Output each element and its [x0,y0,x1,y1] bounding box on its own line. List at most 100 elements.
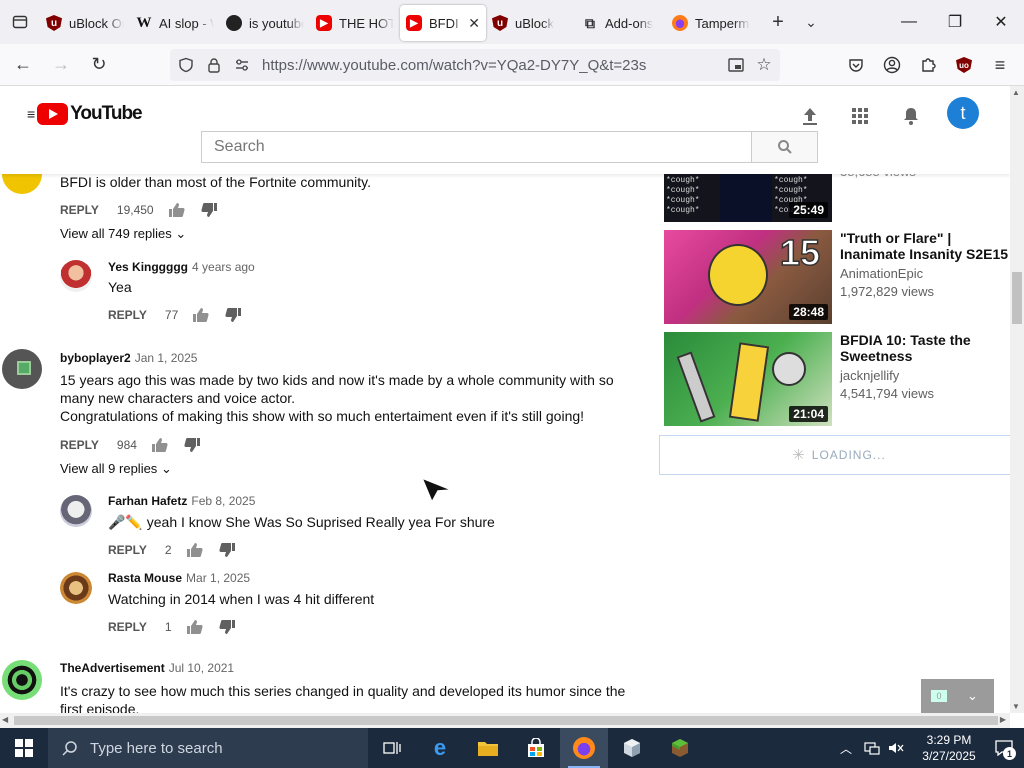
file-explorer-taskbar-app[interactable] [464,728,512,768]
reply-button[interactable]: REPLY [108,620,147,634]
tab-ublock-origin[interactable]: uuBlock Origin [40,5,130,41]
comment-actions: REPLY 77 [108,307,256,323]
forward-button[interactable]: → [44,48,78,82]
list-all-tabs-button[interactable]: ⌄ [796,14,826,31]
lock-icon[interactable] [200,57,228,73]
back-button[interactable]: ← [6,48,40,82]
thumbs-down-icon[interactable] [200,202,218,218]
shield-icon[interactable] [172,57,200,73]
close-tab-icon[interactable]: ✕ [468,15,480,32]
plus-icon: + [772,10,784,33]
avatar[interactable] [60,495,92,527]
firefox-taskbar-app[interactable] [560,728,608,768]
notifications-button[interactable] [899,104,923,128]
search-input[interactable]: Search [201,131,752,163]
tab-tampermonkey[interactable]: Tampermonkey [666,5,756,41]
store-taskbar-app[interactable] [512,728,560,768]
thumbs-down-icon[interactable] [183,437,201,453]
bookmark-star-icon[interactable]: ☆ [750,55,778,75]
loading-more-button[interactable]: ✳ LOADING... [659,435,1010,475]
view-replies-toggle[interactable]: View all 9 replies ⌄ [60,461,172,477]
thumbs-up-icon[interactable] [186,619,204,635]
account-avatar[interactable]: t [947,97,979,129]
video-title[interactable]: "Truth or Flare" | Inanimate Insanity S2… [840,230,1010,262]
video-thumbnail[interactable]: *cough* *cough* *cough* *cough* *cough* … [664,174,832,222]
extensions-button[interactable] [911,48,945,82]
app-taskbar-cube[interactable] [608,728,656,768]
comment-date: 4 years ago [192,260,255,274]
mini-player-widget[interactable]: 0 ⌄ [921,679,994,713]
network-icon[interactable] [864,741,880,755]
video-thumbnail[interactable]: 15 28:48 [664,230,832,324]
minecraft-taskbar-app[interactable] [656,728,704,768]
taskbar-search-box[interactable]: Type here to search [48,728,368,768]
avatar[interactable] [2,660,42,700]
thumbs-up-icon[interactable] [168,202,186,218]
upload-button[interactable] [798,104,822,128]
vertical-scroll-thumb[interactable] [1012,272,1022,324]
thumbs-down-icon[interactable] [224,307,242,323]
new-tab-button[interactable]: + [760,11,796,34]
thumbs-up-icon[interactable] [186,542,204,558]
vertical-scrollbar[interactable]: ▲ ▼ [1010,86,1024,713]
tab-add-ons[interactable]: ⧉ Add-ons [576,5,666,41]
comment-author[interactable]: Farhan Hafetz Feb 8, 2025 [108,494,255,508]
video-title[interactable]: BFDIA 10: Taste the Sweetness [840,332,1010,364]
comment-author[interactable]: Rasta Mouse Mar 1, 2025 [108,571,250,585]
reply-button[interactable]: REPLY [60,438,99,452]
firefox-view-button[interactable] [0,0,40,44]
task-view-button[interactable] [368,728,416,768]
scroll-up-icon[interactable]: ▲ [1012,88,1020,97]
account-button[interactable] [875,48,909,82]
pocket-button[interactable] [839,48,873,82]
notification-center-button[interactable]: 1 [984,728,1024,768]
start-button[interactable] [0,728,48,768]
scroll-down-icon[interactable]: ▼ [1012,702,1020,711]
video-thumbnail[interactable]: 21:04 [664,332,832,426]
scroll-right-icon[interactable]: ▶ [1000,715,1006,724]
chevron-up-icon[interactable]: ︿ [840,740,852,757]
tab-is-youtube[interactable]: is youtube [220,5,310,41]
puzzle-icon [922,58,936,72]
tab-ublock[interactable]: u uBlock [486,5,576,41]
video-channel[interactable]: jacknjellify [840,368,899,383]
app-menu-button[interactable]: ≡ [983,48,1017,82]
thumbs-up-icon[interactable] [192,307,210,323]
apps-button[interactable] [848,104,872,128]
tab-the-hot[interactable]: ▶ THE HOT [310,5,400,41]
close-window-button[interactable]: ✕ [978,0,1024,44]
avatar[interactable] [60,260,92,292]
thumbs-down-icon[interactable] [218,619,236,635]
thumbs-down-icon[interactable] [218,542,236,558]
video-channel[interactable]: AnimationEpic [840,266,923,281]
taskbar-clock[interactable]: 3:29 PM 3/27/2025 [914,732,984,764]
permissions-icon[interactable] [228,58,256,72]
search-button[interactable] [751,131,818,163]
picture-in-picture-icon[interactable] [722,58,750,72]
comment-author[interactable]: TheAdvertisement Jul 10, 2021 [60,661,234,675]
comment-author[interactable]: Yes Kinggggg 4 years ago [108,260,255,274]
horizontal-scroll-thumb[interactable] [14,716,998,725]
chevron-down-icon[interactable]: ⌄ [967,688,978,704]
reply-button[interactable]: REPLY [108,308,147,322]
url-bar[interactable]: https://www.youtube.com/watch?v=YQa2-DY7… [170,49,780,81]
tab-bfdi[interactable]: ▶ BFDI ✕ [400,5,486,41]
comment-author[interactable]: byboplayer2 Jan 1, 2025 [60,351,197,365]
volume-muted-icon[interactable] [888,741,904,755]
reply-button[interactable]: REPLY [108,543,147,557]
avatar[interactable] [60,572,92,604]
youtube-logo[interactable]: ≡ YouTube [27,103,143,125]
thumbs-up-icon[interactable] [151,437,169,453]
tab-ai-slop[interactable]: WAI slop - Wikipedia [130,5,220,41]
reload-button[interactable]: ↻ [82,48,116,82]
edge-taskbar-app[interactable]: e [416,728,464,768]
url-text[interactable]: https://www.youtube.com/watch?v=YQa2-DY7… [262,57,646,74]
ublock-button[interactable]: uo [947,48,981,82]
maximize-button[interactable]: ❐ [932,0,978,44]
view-replies-toggle[interactable]: View all 749 replies ⌄ [60,226,186,242]
minimize-button[interactable]: — [886,0,932,44]
video-duration: 28:48 [789,304,828,320]
reply-button[interactable]: REPLY [60,203,99,217]
avatar[interactable] [2,349,42,389]
scroll-left-icon[interactable]: ◀ [2,715,8,724]
